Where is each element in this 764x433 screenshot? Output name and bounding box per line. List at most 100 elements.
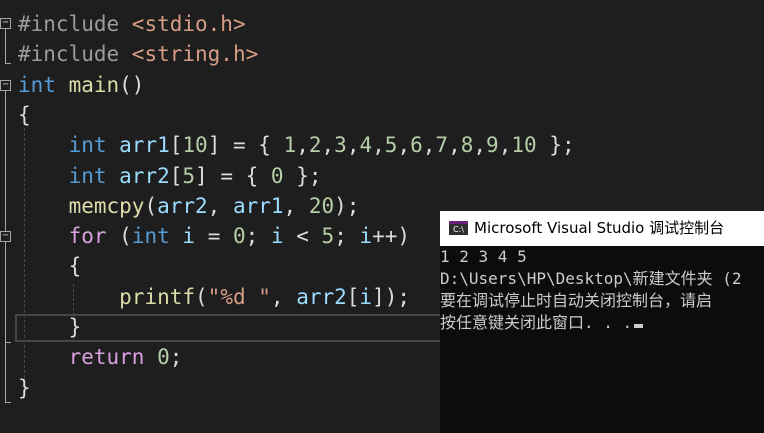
code-line[interactable]: int main() (18, 70, 144, 100)
include-fold-line (5, 29, 6, 63)
code-line[interactable]: printf("%d ", arr2[i]); (18, 282, 410, 312)
code-line[interactable]: for (int i = 0; i < 5; i++) (18, 221, 411, 251)
code-token: 8 (460, 133, 474, 158)
code-token: i (270, 224, 284, 249)
code-token: ( (195, 284, 208, 309)
code-token: ]); (372, 284, 411, 309)
console-prompt-line: 按任意键关闭此窗口. . . (440, 312, 644, 334)
for-fold-end (5, 342, 11, 343)
code-token: } (18, 315, 82, 339)
code-token: [ (169, 163, 183, 188)
code-token: 7 (435, 133, 449, 158)
code-token: [ (169, 133, 183, 158)
code-token: { (18, 102, 31, 127)
code-token: printf (119, 284, 196, 309)
console-cursor (634, 324, 644, 328)
code-token: <string.h> (131, 42, 259, 67)
code-token: ; (245, 224, 271, 249)
code-token: 9 (486, 133, 499, 158)
code-token: #include (18, 12, 132, 36)
console-output-line: 要在调试停止时自动关闭控制台，请启 (440, 291, 713, 310)
code-token: 5 (321, 224, 335, 249)
code-token: arr1 (232, 193, 284, 218)
code-token: return (68, 345, 158, 370)
code-token: i (182, 224, 196, 249)
code-token: for (68, 224, 120, 249)
code-token: 3 (334, 133, 347, 158)
code-token: arr1 (119, 133, 170, 158)
code-token: () (119, 72, 145, 97)
code-token: 5 (384, 133, 398, 158)
collapse-main-icon[interactable]: − (0, 80, 11, 91)
visual-studio-icon: C:\ (449, 221, 468, 235)
code-token: i (359, 284, 373, 309)
code-token: 0 (157, 345, 170, 370)
code-token: 0 (270, 163, 284, 188)
code-token: , (346, 133, 360, 158)
code-token: 4 (359, 133, 373, 158)
code-token: , (296, 133, 309, 158)
code-token: , (372, 133, 385, 158)
code-token: 1 (283, 133, 297, 158)
code-token: #include (18, 42, 132, 67)
console-output-line: D:\Users\HP\Desktop\新建文件夹 (2 (440, 269, 742, 288)
code-line[interactable]: { (18, 251, 82, 281)
code-line[interactable]: } (18, 312, 82, 342)
console-title: Microsoft Visual Studio 调试控制台 (474, 219, 725, 237)
code-line[interactable]: return 0; (18, 342, 183, 372)
code-token: 10 (182, 133, 208, 158)
code-token: ( (119, 224, 132, 249)
code-line[interactable]: memcpy(arr2, arr1, 20); (18, 191, 360, 221)
code-token: 0 (232, 224, 246, 249)
code-token: }; (536, 133, 575, 158)
code-token: } (18, 375, 31, 400)
code-token: , (270, 284, 297, 309)
code-token: ++) (372, 224, 411, 249)
code-token: , (397, 133, 411, 158)
code-token: ] = { (207, 133, 284, 158)
code-token: arr2 (157, 193, 208, 218)
code-token: int (68, 163, 120, 188)
code-token: { (18, 254, 82, 279)
code-token: < (283, 224, 322, 249)
debug-console-window[interactable]: C:\ Microsoft Visual Studio 调试控制台 1 2 3 … (440, 211, 764, 433)
code-token: ( (144, 193, 158, 218)
code-line[interactable]: #include <string.h> (18, 39, 258, 69)
code-token: arr2 (296, 284, 347, 309)
code-token: "%d " (207, 284, 271, 309)
console-output[interactable]: 1 2 3 4 5 D:\Users\HP\Desktop\新建文件夹 (2 要… (440, 246, 764, 433)
code-line[interactable]: } (18, 373, 31, 403)
code-token: int (18, 72, 69, 97)
code-line[interactable]: int arr2[5] = { 0 }; (18, 161, 322, 191)
code-token: = (195, 224, 233, 249)
console-output-line: 1 2 3 4 5 (440, 247, 527, 266)
code-token: , (422, 133, 436, 158)
code-token: , (207, 193, 233, 218)
code-token: [ (346, 284, 360, 309)
code-line[interactable]: #include <stdio.h> (18, 9, 246, 39)
code-token: 6 (410, 133, 423, 158)
console-titlebar[interactable]: C:\ Microsoft Visual Studio 调试控制台 (440, 211, 764, 246)
code-token: , (473, 133, 487, 158)
collapse-include-block-icon[interactable]: − (0, 18, 11, 29)
code-token: <stdio.h> (131, 12, 246, 36)
code-token: , (321, 133, 335, 158)
code-token: 5 (182, 163, 196, 188)
code-token: , (283, 193, 309, 218)
code-token: , (498, 133, 512, 158)
for-fold-line (5, 242, 6, 342)
main-fold-end (5, 402, 11, 403)
code-token: int (68, 133, 120, 158)
code-line[interactable]: { (18, 100, 31, 130)
collapse-for-loop-icon[interactable]: − (0, 231, 11, 242)
code-token: 20 (308, 193, 335, 218)
code-token: 2 (308, 133, 322, 158)
include-fold-end (5, 63, 11, 64)
code-token: i (359, 224, 373, 249)
code-line[interactable]: int arr1[10] = { 1,2,3,4,5,6,7,8,9,10 }; (18, 130, 575, 160)
